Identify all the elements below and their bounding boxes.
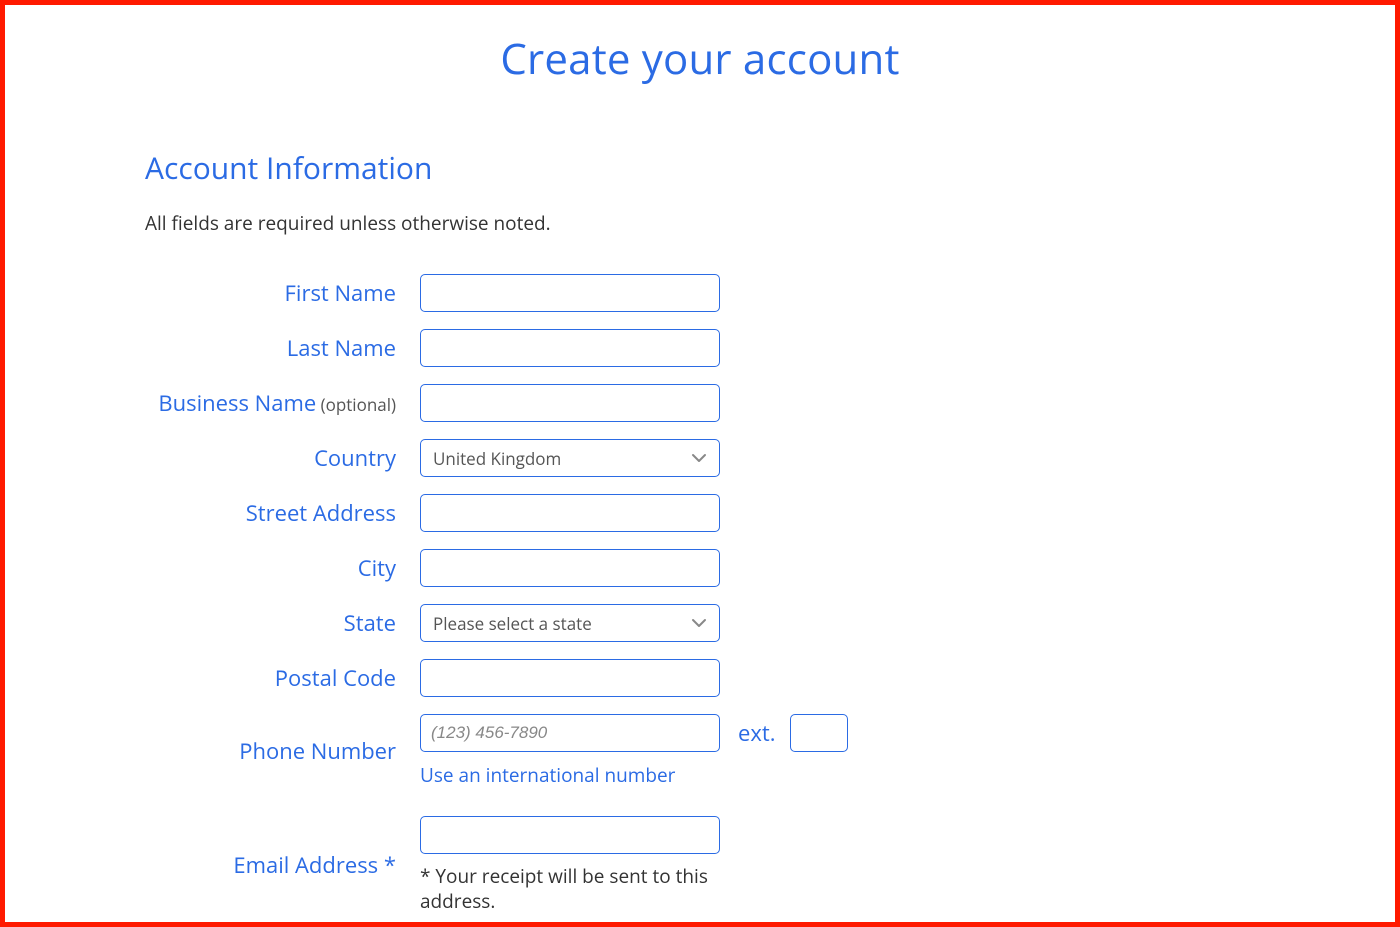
input-area-first-name — [420, 274, 720, 312]
input-area-phone: ext. Use an international number — [420, 714, 848, 788]
page-frame: Create your account Account Information … — [0, 0, 1400, 927]
label-email-address: Email Address * — [145, 850, 420, 880]
phone-input-row: ext. — [420, 714, 848, 752]
label-last-name: Last Name — [145, 333, 420, 363]
required-fields-note: All fields are required unless otherwise… — [145, 210, 1255, 236]
row-country: Country United Kingdom — [145, 439, 1255, 477]
row-state: State Please select a state — [145, 604, 1255, 642]
label-business-name-text: Business Name — [158, 388, 316, 418]
row-last-name: Last Name — [145, 329, 1255, 367]
section-title: Account Information — [145, 147, 1255, 188]
first-name-input[interactable] — [420, 274, 720, 312]
label-business-name: Business Name (optional) — [145, 388, 420, 418]
input-area-postal-code — [420, 659, 720, 697]
row-postal-code: Postal Code — [145, 659, 1255, 697]
input-area-street-address — [420, 494, 720, 532]
chevron-down-icon — [691, 450, 707, 466]
phone-number-input[interactable] — [420, 714, 720, 752]
content-area: Create your account Account Information … — [5, 5, 1395, 913]
label-ext: ext. — [738, 718, 776, 748]
label-business-optional: (optional) — [316, 393, 396, 416]
business-name-input[interactable] — [420, 384, 720, 422]
input-area-business-name — [420, 384, 720, 422]
postal-code-input[interactable] — [420, 659, 720, 697]
input-area-state: Please select a state — [420, 604, 720, 642]
label-street-address: Street Address — [145, 498, 420, 528]
row-first-name: First Name — [145, 274, 1255, 312]
state-select-value: Please select a state — [433, 612, 592, 635]
street-address-input[interactable] — [420, 494, 720, 532]
last-name-input[interactable] — [420, 329, 720, 367]
email-receipt-note: * Your receipt will be sent to this addr… — [420, 864, 720, 913]
email-address-input[interactable] — [420, 816, 720, 854]
phone-ext-input[interactable] — [790, 714, 848, 752]
state-select[interactable]: Please select a state — [420, 604, 720, 642]
row-email-address: Email Address * * Your receipt will be s… — [145, 816, 1255, 913]
row-business-name: Business Name (optional) — [145, 384, 1255, 422]
city-input[interactable] — [420, 549, 720, 587]
label-city: City — [145, 553, 420, 583]
chevron-down-icon — [691, 615, 707, 631]
input-area-email: * Your receipt will be sent to this addr… — [420, 816, 720, 913]
page-title: Create your account — [145, 30, 1255, 87]
label-country: Country — [145, 443, 420, 473]
label-postal-code: Postal Code — [145, 663, 420, 693]
input-area-last-name — [420, 329, 720, 367]
row-street-address: Street Address — [145, 494, 1255, 532]
international-number-link[interactable]: Use an international number — [420, 762, 848, 788]
row-city: City — [145, 549, 1255, 587]
row-phone-number: Phone Number ext. Use an international n… — [145, 714, 1255, 788]
country-select[interactable]: United Kingdom — [420, 439, 720, 477]
country-select-value: United Kingdom — [433, 447, 561, 470]
input-area-country: United Kingdom — [420, 439, 720, 477]
input-area-city — [420, 549, 720, 587]
label-state: State — [145, 608, 420, 638]
label-phone-number: Phone Number — [145, 736, 420, 766]
label-first-name: First Name — [145, 278, 420, 308]
